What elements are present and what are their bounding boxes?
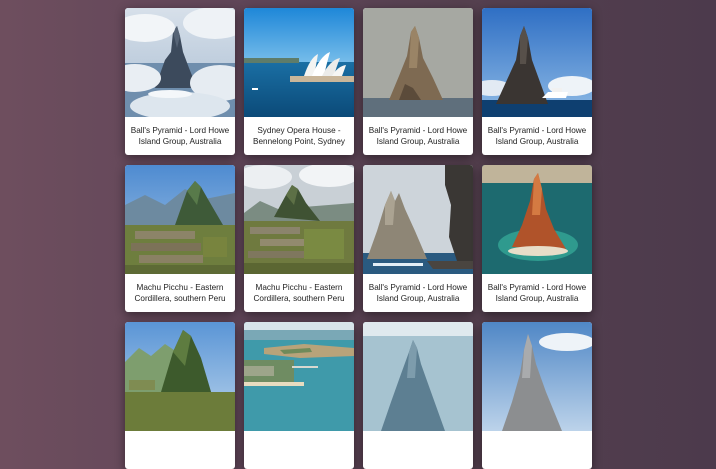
card-caption [363,431,473,469]
gallery-card[interactable] [125,322,235,469]
card-caption: Ball's Pyramid - Lord Howe Island Group,… [130,125,230,147]
photo-gallery: Ball's Pyramid - Lord Howe Island Group,… [125,8,592,469]
card-caption: Ball's Pyramid - Lord Howe Island Group,… [487,282,587,304]
card-caption: Ball's Pyramid - Lord Howe Island Group,… [368,282,468,304]
gallery-card[interactable]: Machu Picchu - Eastern Cordillera, south… [125,165,235,312]
card-caption: Machu Picchu - Eastern Cordillera, south… [134,282,226,304]
photo-pyramid-aerial-reef[interactable] [482,165,592,274]
card-caption: Ball's Pyramid - Lord Howe Island Group,… [487,125,587,147]
gallery-card[interactable]: Ball's Pyramid - Lord Howe Island Group,… [363,8,473,155]
photo-pyramid-grey-sea[interactable] [363,8,473,117]
photo-coastal-town-aerial[interactable] [244,322,354,431]
card-caption [244,431,354,469]
gallery-card[interactable]: Machu Picchu - Eastern Cordillera, south… [244,165,354,312]
card-caption: Sydney Opera House - Bennelong Point, Sy… [253,125,345,147]
card-caption [482,431,592,469]
photo-pyramid-cliffs[interactable] [363,165,473,274]
gallery-card[interactable]: Ball's Pyramid - Lord Howe Island Group,… [363,165,473,312]
gallery-card[interactable] [363,322,473,469]
photo-pyramid-haze[interactable] [363,322,473,431]
photo-machu-picchu-peak[interactable] [125,322,235,431]
gallery-card[interactable]: Ball's Pyramid - Lord Howe Island Group,… [482,8,592,155]
gallery-card[interactable]: Sydney Opera House - Bennelong Point, Sy… [244,8,354,155]
card-caption: Machu Picchu - Eastern Cordillera, south… [253,282,345,304]
photo-pyramid-with-boat[interactable] [482,8,592,117]
card-caption: Ball's Pyramid - Lord Howe Island Group,… [368,125,468,147]
gallery-card[interactable] [244,322,354,469]
photo-sydney-opera-house[interactable] [244,8,354,117]
photo-pyramid-in-clouds[interactable] [125,8,235,117]
photo-machu-picchu-clouds[interactable] [244,165,354,274]
photo-machu-picchu-ruins[interactable] [125,165,235,274]
gallery-card[interactable]: Ball's Pyramid - Lord Howe Island Group,… [125,8,235,155]
card-caption [125,431,235,469]
gallery-card[interactable]: Ball's Pyramid - Lord Howe Island Group,… [482,165,592,312]
gallery-card[interactable] [482,322,592,469]
photo-pyramid-sky[interactable] [482,322,592,431]
